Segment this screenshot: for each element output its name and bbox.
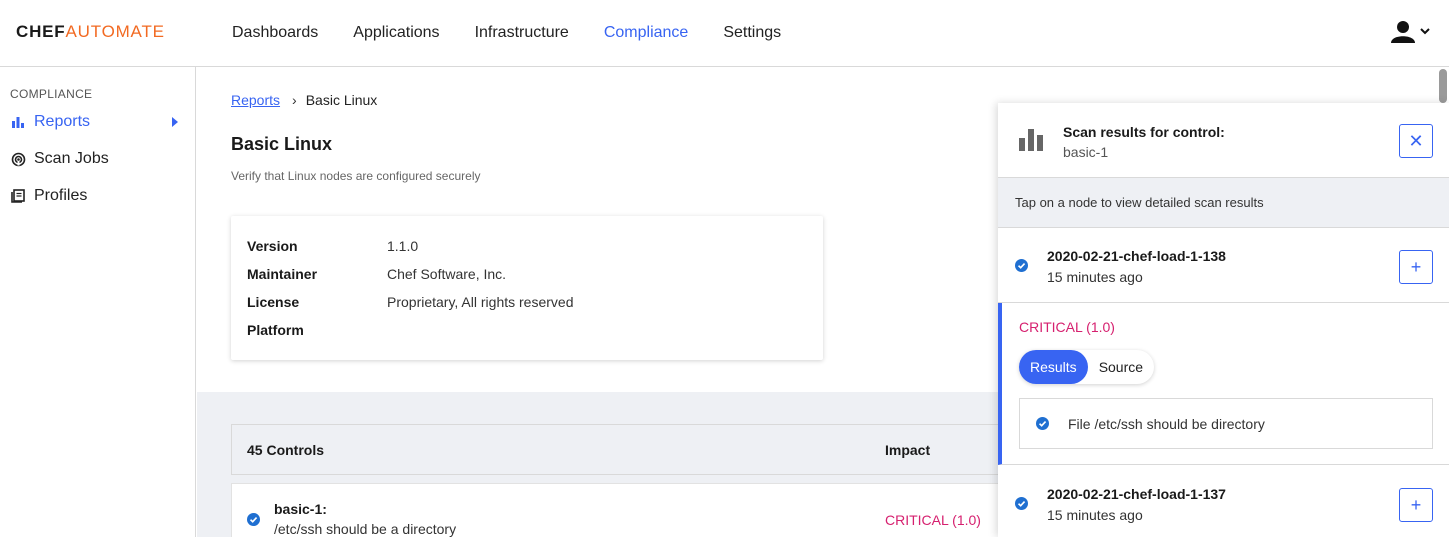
table-row[interactable]: basic-1: /etc/ssh should be a directory … [231, 483, 1011, 537]
meta-row-version: Version 1.1.0 [247, 238, 418, 258]
node-row[interactable]: 2020-02-21-chef-load-1-137 15 minutes ag… [998, 466, 1449, 537]
meta-value: Proprietary, All rights reserved [387, 294, 574, 310]
main-nav: Dashboards Applications Infrastructure C… [232, 0, 816, 66]
node-name: 2020-02-21-chef-load-1-138 [1047, 248, 1226, 264]
result-item: File /etc/ssh should be directory [1019, 398, 1433, 449]
result-text: File /etc/ssh should be directory [1068, 416, 1265, 432]
controls-count: 45 Controls [247, 442, 325, 458]
top-navbar: CHEFAUTOMATE Dashboards Applications Inf… [0, 0, 1449, 67]
node-time: 15 minutes ago [1047, 507, 1143, 523]
chef-automate-logo[interactable]: CHEFAUTOMATE [16, 22, 165, 42]
meta-key: Platform [247, 322, 304, 338]
meta-value: Chef Software, Inc. [387, 266, 507, 282]
expanded-node-details: CRITICAL (1.0) Results Source File /etc/… [998, 303, 1449, 465]
result-source-toggle: Results Source [1019, 350, 1155, 384]
panel-title: Scan results for control: [1063, 124, 1225, 140]
close-panel-button[interactable]: ✕ [1399, 124, 1433, 158]
panel-subtitle: basic-1 [1063, 144, 1109, 160]
caret-right-icon [172, 117, 178, 127]
bar-chart-icon [10, 114, 26, 130]
bar-chart-icon [1019, 129, 1043, 156]
node-name: 2020-02-21-chef-load-1-137 [1047, 486, 1226, 502]
check-circle-icon [1015, 259, 1028, 277]
user-menu[interactable] [1391, 19, 1435, 45]
sidebar-item-profiles[interactable]: Profiles [10, 184, 186, 208]
page-scrollbar-thumb[interactable] [1439, 69, 1447, 103]
sidebar-heading: COMPLIANCE [10, 87, 93, 101]
check-circle-icon [1015, 497, 1028, 515]
nav-infrastructure[interactable]: Infrastructure [475, 24, 569, 42]
radar-icon [10, 151, 26, 167]
meta-row-platform: Platform [247, 322, 387, 342]
meta-key: Maintainer [247, 266, 318, 282]
sidebar-item-label: Profiles [34, 187, 88, 204]
breadcrumb-reports-link[interactable]: Reports [231, 92, 280, 108]
meta-value: 1.1.0 [387, 238, 419, 254]
node-row[interactable]: 2020-02-21-chef-load-1-138 15 minutes ag… [998, 228, 1449, 303]
scan-results-panel: Scan results for control: basic-1 ✕ Tap … [998, 103, 1449, 537]
controls-table-header: 45 Controls Impact [231, 424, 1011, 475]
sidebar-item-label: Scan Jobs [34, 150, 109, 167]
check-circle-icon [1036, 417, 1049, 435]
tab-results[interactable]: Results [1019, 350, 1088, 384]
user-icon [1391, 21, 1430, 43]
node-time: 15 minutes ago [1047, 269, 1143, 285]
sidebar-item-scan-jobs[interactable]: Scan Jobs [10, 147, 186, 171]
expand-node-button[interactable]: + [1399, 250, 1433, 284]
nav-settings[interactable]: Settings [723, 24, 781, 42]
sidebar-item-reports[interactable]: Reports [10, 110, 186, 134]
check-circle-icon [247, 513, 260, 531]
control-impact: CRITICAL (1.0) [885, 512, 981, 528]
meta-key: License [247, 294, 300, 310]
nav-compliance[interactable]: Compliance [604, 24, 688, 42]
logo-automate-text: AUTOMATE [65, 22, 165, 41]
node-impact: CRITICAL (1.0) [1019, 319, 1115, 335]
meta-key: Version [247, 238, 298, 254]
book-icon [10, 188, 26, 204]
profile-metadata-card: Version 1.1.0 Maintainer Chef Software, … [231, 216, 823, 360]
meta-row-maintainer: Maintainer Chef Software, Inc. [247, 266, 506, 286]
meta-row-license: License Proprietary, All rights reserved [247, 294, 573, 314]
expand-node-button[interactable]: + [1399, 488, 1433, 522]
tap-hint-bar: Tap on a node to view detailed scan resu… [998, 178, 1449, 228]
nav-dashboards[interactable]: Dashboards [232, 24, 318, 42]
control-description: /etc/ssh should be a directory [274, 521, 457, 537]
nav-applications[interactable]: Applications [353, 24, 439, 42]
control-id: basic-1: [274, 501, 327, 517]
page-description: Verify that Linux nodes are configured s… [231, 169, 481, 183]
impact-column-header[interactable]: Impact [885, 442, 930, 458]
breadcrumb-current: Basic Linux [305, 92, 378, 108]
tab-source[interactable]: Source [1088, 350, 1154, 384]
logo-chef-text: CHEF [16, 22, 66, 41]
breadcrumb: Reports › Basic Linux [231, 92, 377, 108]
page-title: Basic Linux [231, 134, 333, 154]
plus-icon: + [1410, 494, 1422, 515]
plus-icon: + [1410, 256, 1422, 277]
tap-hint-text: Tap on a node to view detailed scan resu… [1015, 195, 1264, 210]
sidebar: COMPLIANCE Reports Scan Jobs Profiles [0, 67, 196, 537]
close-icon: ✕ [1408, 130, 1424, 151]
sidebar-item-label: Reports [34, 113, 91, 130]
chevron-down-icon [1420, 28, 1430, 35]
panel-header: Scan results for control: basic-1 ✕ [998, 103, 1449, 178]
chevron-right-icon: › [292, 92, 297, 108]
